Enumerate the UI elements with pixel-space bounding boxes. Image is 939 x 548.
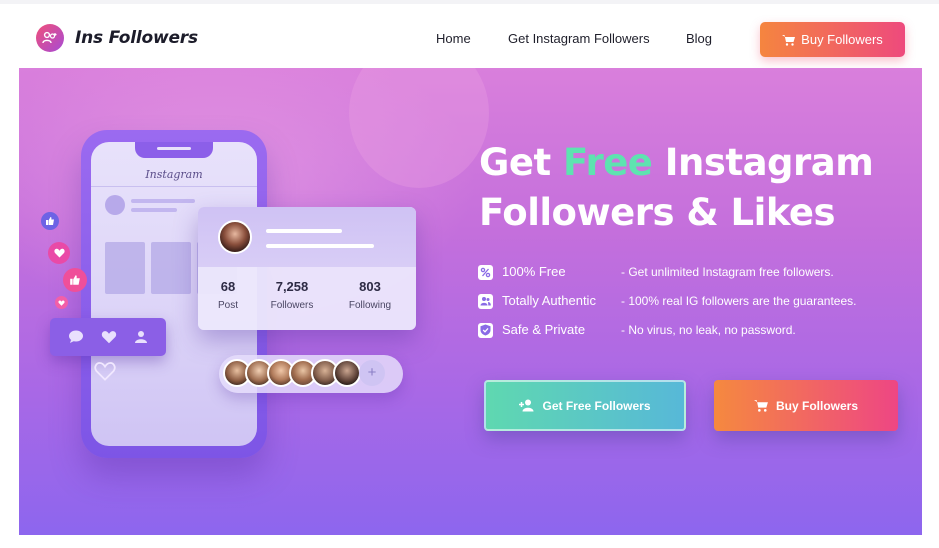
feature-safe-name: Safe & Private bbox=[502, 322, 586, 337]
logo-users-icon bbox=[36, 24, 64, 52]
stat-followers-label: Followers bbox=[270, 300, 314, 311]
profile-avatar bbox=[218, 220, 252, 254]
percent-icon bbox=[478, 264, 493, 280]
nav-link-home[interactable]: Home bbox=[436, 31, 471, 46]
follower-avatar bbox=[333, 359, 361, 387]
reaction-card bbox=[50, 318, 166, 356]
follower-avatars-pill: + bbox=[219, 355, 403, 393]
feature-authentic: Totally Authentic - 100% real IG followe… bbox=[478, 291, 856, 311]
add-follower-icon: + bbox=[359, 360, 385, 386]
feature-safe: Safe & Private - No virus, no leak, no p… bbox=[478, 320, 796, 340]
instagram-wordmark: Instagram bbox=[145, 168, 203, 181]
buy-followers-button[interactable]: Buy Followers bbox=[714, 380, 898, 431]
feature-free: 100% Free - Get unlimited Instagram free… bbox=[478, 262, 834, 282]
phone-notch bbox=[135, 142, 213, 158]
hero-title-line2: Followers & Likes bbox=[479, 191, 836, 234]
stat-post-label: Post bbox=[217, 300, 238, 311]
heart-outline-icon bbox=[94, 362, 116, 381]
hero-title-free: Free bbox=[563, 141, 653, 184]
hero-title-part2: Instagram bbox=[652, 141, 874, 184]
stat-followers: 7,258 Followers bbox=[263, 279, 321, 311]
buy-followers-label: Buy Followers bbox=[775, 398, 858, 413]
hero-title: Get Free Instagram Followers & Likes bbox=[479, 138, 874, 238]
screen-post-tile bbox=[151, 242, 191, 294]
feature-free-desc: - Get unlimited Instagram free followers… bbox=[621, 265, 834, 279]
site-header: Ins Followers Home Get Instagram Followe… bbox=[0, 4, 939, 68]
feature-authentic-name: Totally Authentic bbox=[502, 293, 596, 308]
nav-buy-followers-button[interactable]: Buy Followers bbox=[760, 22, 905, 57]
heart-bubble-icon bbox=[55, 296, 68, 309]
cart-icon bbox=[782, 34, 796, 46]
screen-divider bbox=[91, 186, 257, 187]
stat-followers-value: 7,258 bbox=[275, 279, 309, 294]
profile-name-bar bbox=[266, 244, 374, 248]
profile-name-bar bbox=[266, 229, 342, 233]
users-icon bbox=[478, 293, 493, 309]
logo-text: Ins Followers bbox=[75, 28, 198, 48]
thumbs-up-bubble-icon bbox=[41, 212, 59, 230]
get-free-followers-button[interactable]: Get Free Followers bbox=[484, 380, 686, 431]
stat-following-label: Following bbox=[348, 300, 392, 311]
hero-section: Instagram 68 Post 7,258 Followers 803 Fo… bbox=[19, 68, 922, 535]
add-user-icon bbox=[519, 399, 534, 412]
feature-safe-desc: - No virus, no leak, no password. bbox=[621, 323, 796, 337]
comment-icon bbox=[69, 330, 84, 343]
nav-link-get-instagram-followers[interactable]: Get Instagram Followers bbox=[508, 31, 650, 46]
stat-following-value: 803 bbox=[359, 279, 381, 294]
screen-text-bar bbox=[131, 208, 177, 212]
nav-buy-followers-label: Buy Followers bbox=[801, 32, 883, 47]
stat-post: 68 Post bbox=[216, 279, 240, 311]
heart-bubble-icon bbox=[48, 242, 70, 264]
cart-icon bbox=[753, 400, 768, 412]
heart-icon bbox=[101, 331, 117, 344]
get-free-followers-label: Get Free Followers bbox=[542, 398, 651, 413]
profile-card: 68 Post 7,258 Followers 803 Following bbox=[198, 207, 416, 330]
logo[interactable]: Ins Followers bbox=[36, 24, 198, 52]
feature-authentic-desc: - 100% real IG followers are the guarant… bbox=[621, 294, 857, 308]
stat-post-value: 68 bbox=[220, 279, 236, 294]
screen-post-tile bbox=[105, 242, 145, 294]
shield-check-icon bbox=[478, 322, 493, 338]
hero-title-part1: Get bbox=[479, 141, 564, 184]
feature-free-name: 100% Free bbox=[502, 264, 566, 279]
thumbs-up-bubble-icon bbox=[63, 268, 87, 292]
stat-following: 803 Following bbox=[340, 279, 400, 311]
nav-link-blog[interactable]: Blog bbox=[686, 31, 712, 46]
screen-text-bar bbox=[131, 199, 195, 203]
user-icon bbox=[134, 331, 147, 343]
screen-avatar bbox=[105, 195, 125, 215]
